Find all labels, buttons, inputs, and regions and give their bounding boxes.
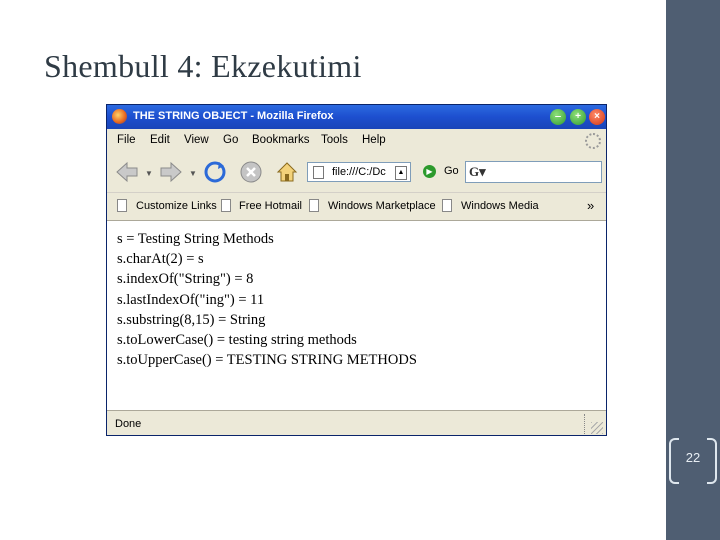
go-button[interactable]: Go <box>444 165 459 177</box>
menu-tools[interactable]: Tools <box>321 134 348 146</box>
menu-go[interactable]: Go <box>223 134 238 146</box>
resize-grip-icon[interactable] <box>591 422 603 434</box>
browser-window: THE STRING OBJECT - Mozilla Firefox ‒ + … <box>106 104 607 436</box>
slide-title: Shembull 4: Ekzekutimi <box>44 48 362 84</box>
stop-icon[interactable] <box>239 160 263 184</box>
status-bar: Done <box>107 410 606 435</box>
output-line: s.toUpperCase() = TESTING STRING METHODS <box>117 352 417 368</box>
forward-icon[interactable] <box>159 160 183 184</box>
page-icon <box>313 166 324 179</box>
search-input[interactable]: G▾ <box>465 161 602 183</box>
menu-bookmarks[interactable]: Bookmarks <box>252 134 310 146</box>
status-text: Done <box>115 418 142 430</box>
bookmarks-toolbar: Customize Links Free Hotmail Windows Mar… <box>107 192 606 220</box>
throbber-icon <box>585 133 601 149</box>
menu-view[interactable]: View <box>184 134 209 146</box>
page-number-badge: 22 <box>667 438 719 484</box>
menu-help[interactable]: Help <box>362 134 386 146</box>
address-text: file:///C:/Dc <box>332 166 386 178</box>
bookmark-page-icon <box>117 199 127 212</box>
forward-dropdown-icon[interactable]: ▼ <box>189 169 197 178</box>
bookmark-page-icon <box>442 199 452 212</box>
bookmark-page-icon <box>221 199 231 212</box>
firefox-logo-icon <box>112 109 127 124</box>
output-line: s = Testing String Methods <box>117 231 274 247</box>
page-number: 22 <box>685 450 701 465</box>
bookmarks-overflow-button[interactable]: » <box>587 198 594 213</box>
minimize-button[interactable]: ‒ <box>550 109 566 125</box>
bookmark-customize-links[interactable]: Customize Links <box>136 200 217 212</box>
output-line: s.lastIndexOf("ing") = 11 <box>117 292 265 308</box>
address-bar[interactable]: file:///C:/Dc ▲ <box>307 162 411 182</box>
back-dropdown-icon[interactable]: ▼ <box>145 169 153 178</box>
maximize-button[interactable]: + <box>570 109 586 125</box>
home-icon[interactable] <box>275 160 299 184</box>
menu-edit[interactable]: Edit <box>150 134 170 146</box>
back-icon[interactable] <box>115 160 139 184</box>
output-line: s.substring(8,15) = String <box>117 312 266 328</box>
search-engine-icon[interactable]: G▾ <box>469 164 486 180</box>
output-line: s.charAt(2) = s <box>117 251 204 267</box>
menu-file[interactable]: File <box>117 134 136 146</box>
output-line: s.indexOf("String") = 8 <box>117 271 254 287</box>
page-content: s = Testing String Methods s.charAt(2) =… <box>107 220 606 410</box>
go-arrow-icon[interactable]: ▶ <box>423 165 436 178</box>
title-bar[interactable]: THE STRING OBJECT - Mozilla Firefox ‒ + … <box>107 105 606 129</box>
window-title: THE STRING OBJECT - Mozilla Firefox <box>133 110 334 122</box>
menu-bar: File Edit View Go Bookmarks Tools Help <box>107 129 606 152</box>
address-dropdown-icon[interactable]: ▲ <box>395 166 407 180</box>
bookmark-page-icon <box>309 199 319 212</box>
reload-icon[interactable] <box>203 160 227 184</box>
bookmark-free-hotmail[interactable]: Free Hotmail <box>239 200 302 212</box>
bookmark-windows-media[interactable]: Windows Media <box>461 200 539 212</box>
navigation-toolbar: ▼ ▼ file:///C:/Dc ▲ ▶ Go G▾ <box>107 152 606 192</box>
close-button[interactable]: × <box>589 109 605 125</box>
status-divider <box>584 414 586 434</box>
output-line: s.toLowerCase() = testing string methods <box>117 332 357 348</box>
bookmark-windows-marketplace[interactable]: Windows Marketplace <box>328 200 436 212</box>
